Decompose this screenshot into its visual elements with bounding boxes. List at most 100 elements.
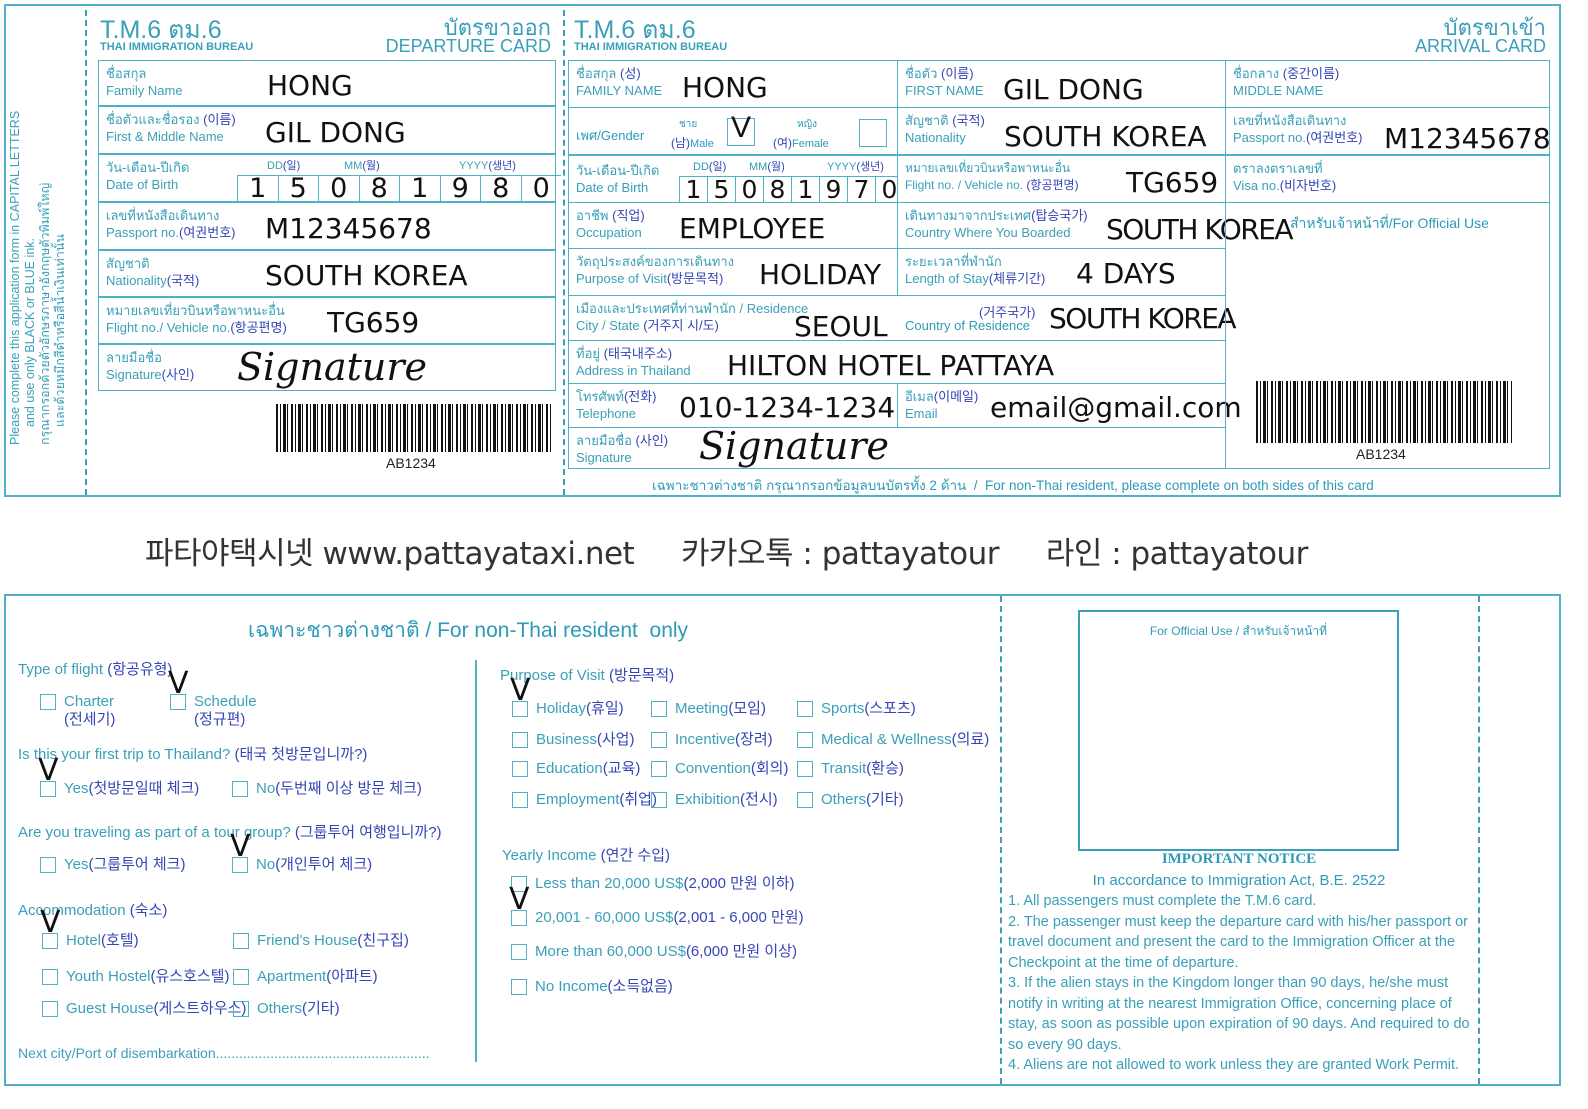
dep-dob-field[interactable]: วัน-เดือน-ปีเกิด Date of Birth DD(일) MM(월… (98, 154, 561, 202)
income-option[interactable]: More than 60,000 US$(6,000 만원 이상) (511, 943, 797, 961)
arr-gender-field[interactable]: เพศ/Gender ชาย (남)Male V หญิง (여)Female (568, 107, 898, 155)
arr-dob-field[interactable]: วัน-เดือน-ปีเกิด Date of Birth DD(일) MM(월… (568, 155, 903, 203)
checkbox[interactable]: V (168, 669, 189, 711)
checkbox[interactable]: V (38, 756, 59, 798)
label-en: MIDDLE NAME (1233, 83, 1324, 98)
tour-group-option[interactable]: Yes(그룹투어 체크) (40, 856, 185, 874)
income-option[interactable]: No Income(소득없음) (511, 978, 673, 996)
arr-signature-field[interactable]: ลายมือชื่อ (사인) Signature Signature (568, 424, 1226, 469)
arr-email-field[interactable]: อีเมล(이메일) Email email@gmail.com (897, 383, 1242, 428)
arr-middle-name-field[interactable]: ชื่อกลาง (중간이름) MIDDLE NAME (1225, 60, 1550, 108)
male-th: ชาย (679, 119, 698, 130)
arr-address-field[interactable]: ที่อยู่ (태국내주소) Address in Thailand HILTO… (568, 340, 1226, 384)
arr-boarded-field[interactable]: เดินทางมาจากประเทศ(탑승국가) Country Where Yo… (897, 202, 1294, 249)
checkbox[interactable] (512, 732, 528, 749)
arr-residence-field[interactable]: เมืองและประเทศที่ท่านพำนัก / Residence Ci… (568, 295, 1237, 343)
checkbox[interactable] (797, 761, 813, 778)
income-option[interactable]: V 20,001 - 60,000 US$(2,001 - 6,000 만원) (509, 885, 804, 927)
income-option[interactable]: Less than 20,000 US$(2,000 만원 이하) (511, 875, 795, 893)
first-trip-option[interactable]: V Yes(첫방문일때 체크) (38, 756, 199, 798)
accommodation-option[interactable]: Apartment(아파트) (233, 968, 378, 986)
checkbox[interactable] (233, 1001, 249, 1018)
checkbox[interactable] (797, 701, 813, 718)
purpose-option[interactable]: Employment(취업) (512, 791, 657, 809)
checkbox[interactable]: V (40, 908, 61, 950)
checkbox[interactable] (651, 761, 667, 778)
checkbox[interactable] (797, 792, 813, 809)
dep-flight-field[interactable]: หมายเลขเที่ยวบินหรือพาหนะอื่น Flight no./… (98, 297, 556, 344)
purpose-option[interactable]: Convention(회의) (651, 760, 788, 778)
checkbox[interactable] (42, 1001, 58, 1018)
checkbox[interactable] (40, 857, 56, 874)
label-ko: (항공편명) (1026, 178, 1079, 192)
arr-flight-field[interactable]: หมายเลขเที่ยวบินหรือพาหนะอื่น Flight no. … (897, 155, 1226, 203)
label-en: Signature (576, 450, 632, 465)
checkbox[interactable]: V (509, 885, 530, 927)
checkbox[interactable] (233, 933, 249, 950)
purpose-option[interactable]: Education(교육) (512, 760, 640, 778)
dep-passport-field[interactable]: เลขที่หนังสือเดินทาง Passport no.(여권번호) M… (98, 202, 556, 250)
checkbox[interactable] (511, 979, 527, 996)
flight-type-option[interactable]: V Schedule (정규편) (168, 669, 257, 729)
checkbox[interactable] (512, 761, 528, 778)
label-en: Nationality (905, 130, 966, 145)
checkbox[interactable] (512, 792, 528, 809)
departure-bureau: THAI IMMIGRATION BUREAU (100, 41, 254, 53)
arr-telephone-field[interactable]: โทรศัพท์(전화) Telephone 010-1234-1234 (568, 383, 898, 428)
checkbox[interactable] (40, 694, 56, 711)
label-th: วัตถุประสงค์ของการเดินทาง (576, 254, 734, 269)
next-city-field[interactable]: Next city/Port of disembarkation........… (18, 1045, 430, 1061)
dep-family-name-field[interactable]: ชื่อสกุล Family Name HONG (98, 60, 556, 106)
checkbox[interactable] (42, 969, 58, 986)
first-trip-option[interactable]: No(두번째 이상 방문 체크) (232, 780, 422, 798)
arr-visa-field[interactable]: ตราลงตราเลขที่ Visa no.(비자번호) (1225, 155, 1550, 203)
arr-occupation-field[interactable]: อาชีพ (직업) Occupation EMPLOYEE (568, 202, 898, 249)
option-label: Youth Hostel (66, 968, 151, 985)
arr-nationality-field[interactable]: สัญชาติ (국적) Nationality SOUTH KOREA (897, 107, 1226, 155)
check-mark-icon: V (168, 666, 189, 702)
purpose-option[interactable]: Meeting(모임) (651, 700, 766, 718)
arr-family-name-field[interactable]: ชื่อสกุล (성) FAMILY NAME HONG (568, 60, 898, 108)
checkbox[interactable] (651, 732, 667, 749)
arr-purpose-field[interactable]: วัตถุประสงค์ของการเดินทาง Purpose of Visi… (568, 248, 898, 296)
accommodation-option[interactable]: Youth Hostel(유스호스텔) (42, 968, 230, 986)
purpose-option[interactable]: Others(기타) (797, 791, 904, 809)
dob-digit: 0 (318, 175, 359, 202)
checkbox[interactable] (232, 781, 248, 798)
purpose-option[interactable]: Business(사업) (512, 731, 634, 749)
accommodation-option[interactable]: Guest House(게스트하우스) (42, 1000, 246, 1018)
dep-first-name-field[interactable]: ชื่อตัวและชื่อรอง (이름) First & Middle Nam… (98, 106, 556, 154)
label-en: Nationality (106, 273, 167, 288)
dep-nationality-field[interactable]: สัญชาติ Nationality(국적) SOUTH KOREA (98, 250, 556, 297)
male-label: Male (690, 138, 714, 150)
option-label: Convention (675, 760, 751, 777)
purpose-option[interactable]: Sports(스포츠) (797, 700, 916, 718)
checkbox[interactable] (233, 969, 249, 986)
perforation-line (1000, 596, 1002, 1084)
arr-passport-field[interactable]: เลขที่หนังสือเดินทาง Passport no.(여권번호) M… (1225, 107, 1551, 155)
female-checkbox[interactable] (859, 119, 887, 147)
checkbox[interactable] (511, 944, 527, 961)
tour-group-option[interactable]: V No(개인투어 체크) (230, 832, 372, 874)
checkbox[interactable]: V (230, 832, 251, 874)
purpose-option[interactable]: Transit(환승) (797, 760, 904, 778)
accommodation-option[interactable]: Friend's House(친구집) (233, 932, 409, 950)
flight-type-option[interactable]: Charter (전세기) (40, 693, 115, 729)
purpose-option[interactable]: Medical & Wellness(의료) (797, 731, 989, 749)
accommodation-option[interactable]: Others(기타) (233, 1000, 340, 1018)
purpose-option[interactable]: Exhibition(전시) (651, 791, 778, 809)
arr-first-name-field[interactable]: ชื่อตัว (이름) FIRST NAME GIL DONG (897, 60, 1226, 108)
dep-signature-field[interactable]: ลายมือชื่อ Signature(사인) Signature (98, 344, 556, 391)
checkbox[interactable] (651, 792, 667, 809)
option-label: Education (536, 760, 603, 777)
arr-stay-field[interactable]: ระยะเวลาที่พำนัก Length of Stay(체류기간) 4 D… (897, 248, 1226, 296)
purpose-option[interactable]: V Holiday(휴일) (510, 676, 624, 718)
accommodation-option[interactable]: V Hotel(호텔) (40, 908, 139, 950)
purpose-option[interactable]: Incentive(장려) (651, 731, 773, 749)
male-checkbox[interactable]: V (727, 111, 755, 146)
checkbox[interactable] (651, 701, 667, 718)
label-ko: (국적) (166, 273, 200, 288)
checkbox[interactable] (797, 732, 813, 749)
check-mark-icon: V (230, 829, 251, 865)
checkbox[interactable]: V (510, 676, 531, 718)
